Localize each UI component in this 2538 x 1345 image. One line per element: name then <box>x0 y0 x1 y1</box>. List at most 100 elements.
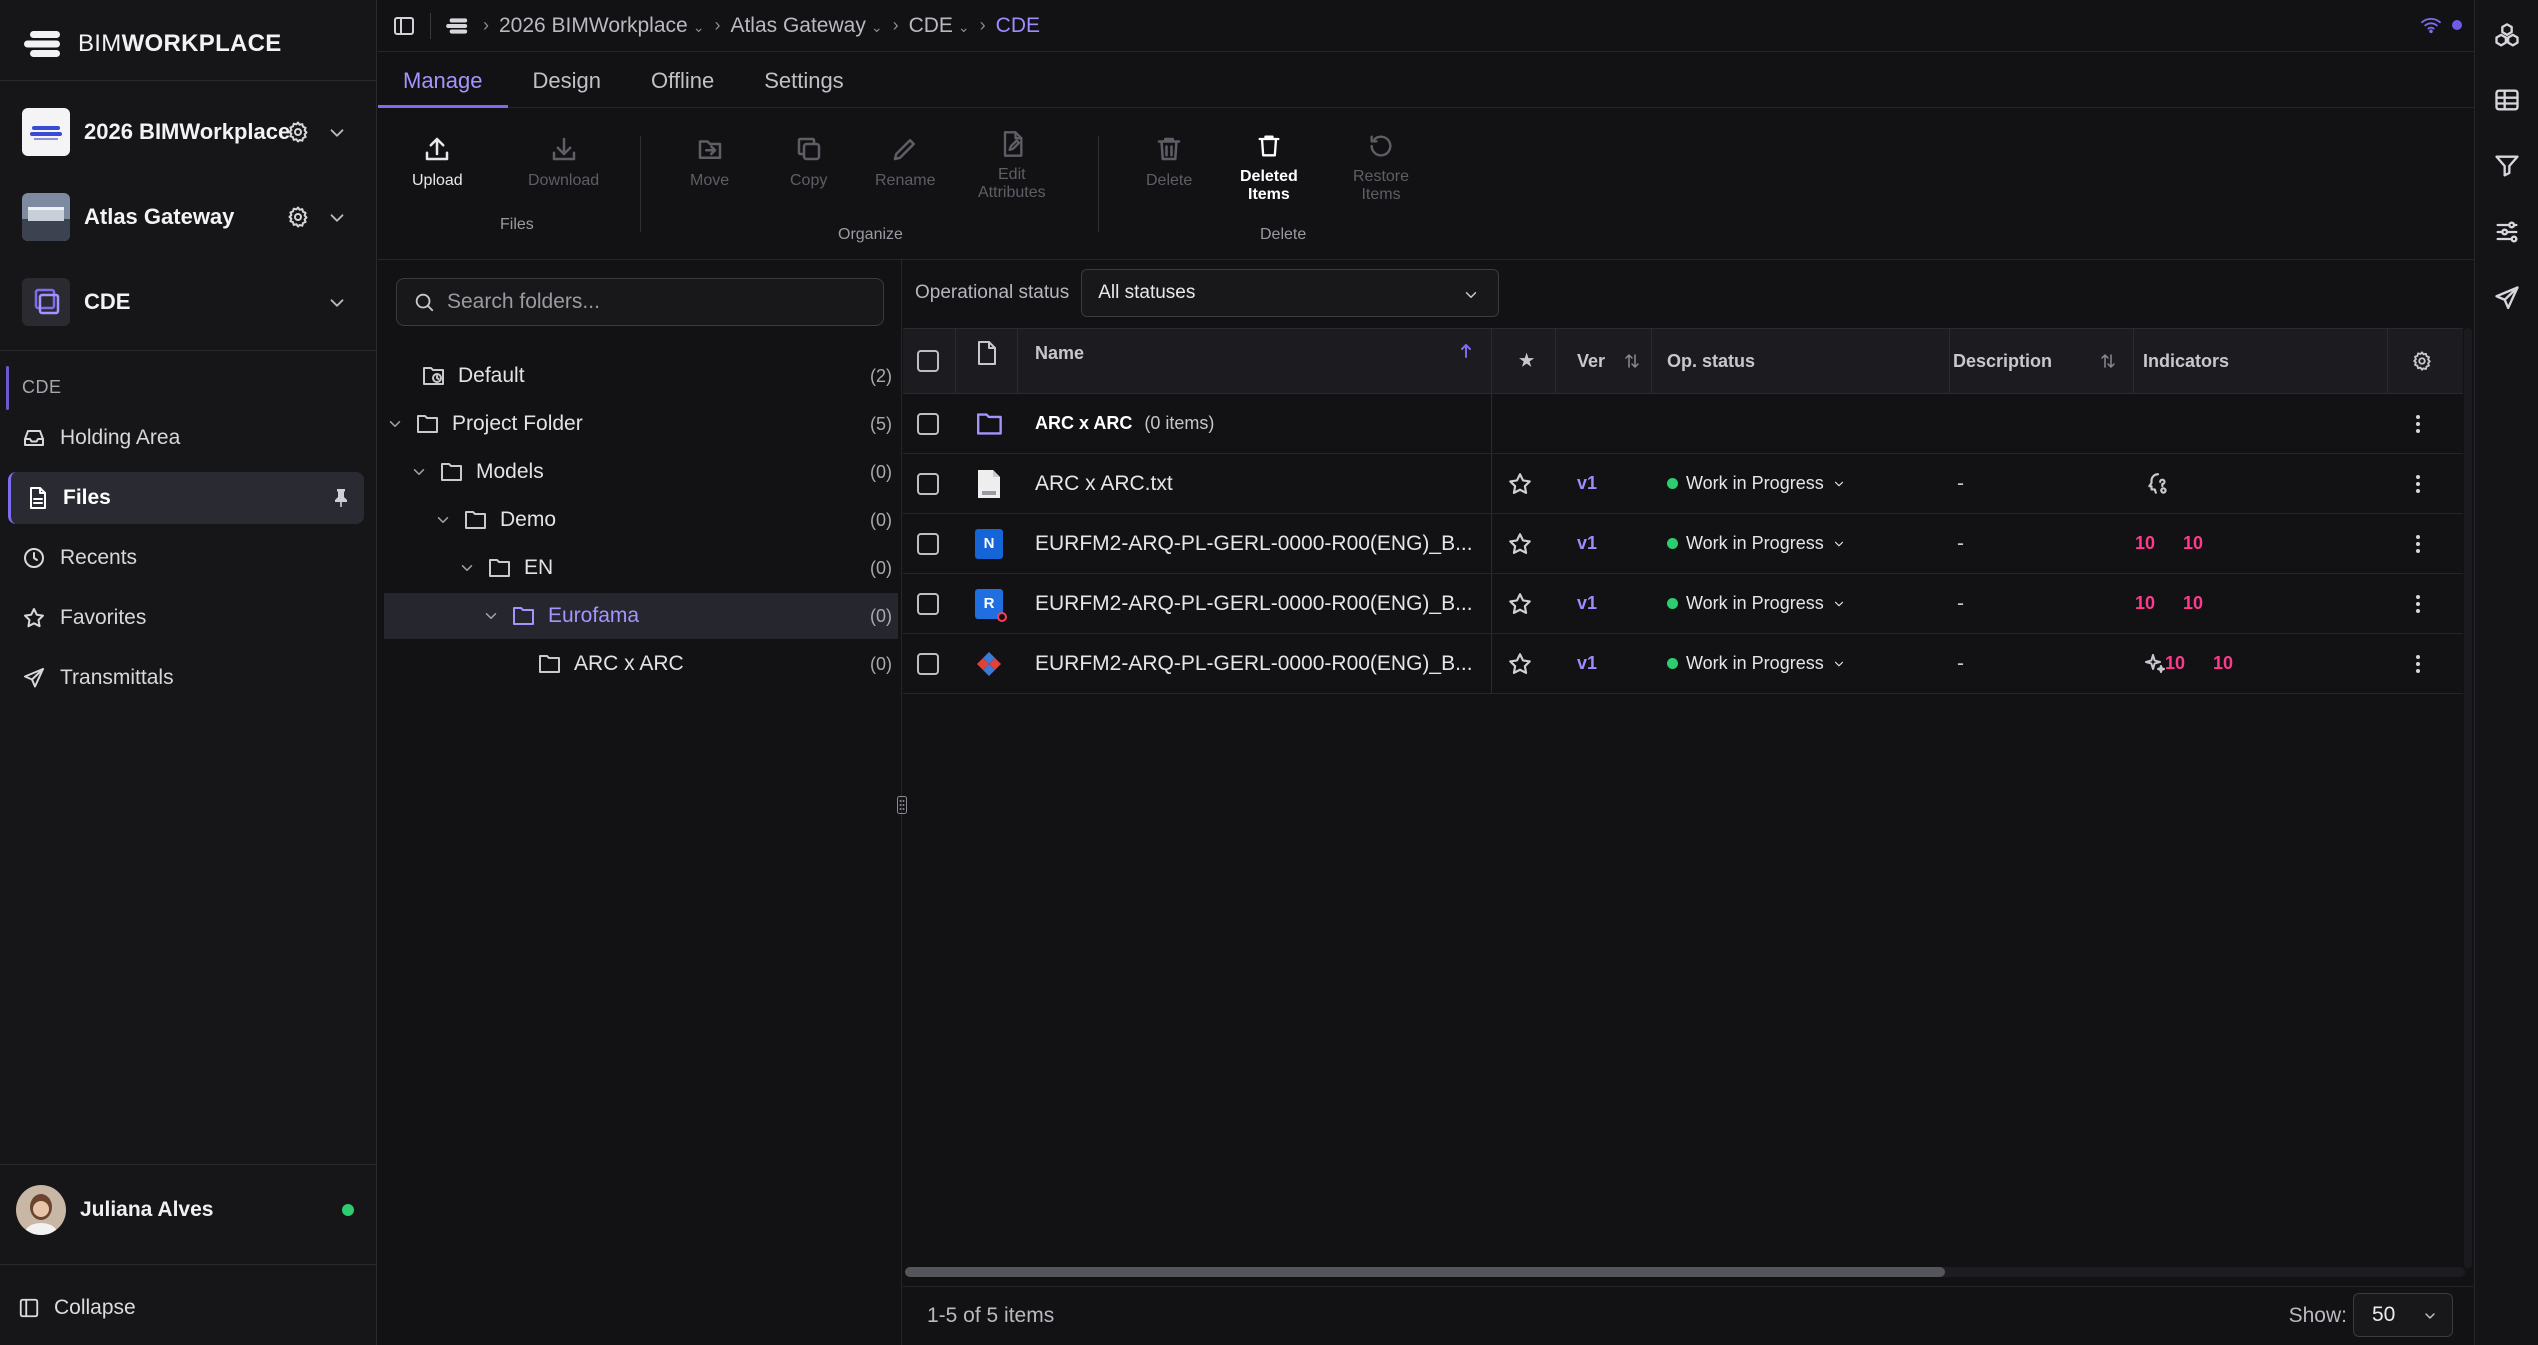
op-status-dropdown[interactable]: Work in Progress <box>1667 574 1846 633</box>
home-logo-icon[interactable] <box>445 16 473 36</box>
breadcrumb-item[interactable]: Atlas Gateway ⌄ <box>730 14 882 38</box>
version-badge[interactable]: v1 <box>1577 634 1597 693</box>
breadcrumb-item[interactable]: CDE ⌄ <box>909 14 970 38</box>
module-cde[interactable]: CDE <box>22 276 362 328</box>
folder-search[interactable] <box>396 278 884 326</box>
pin-icon[interactable] <box>332 488 350 508</box>
row-menu-icon[interactable] <box>2415 454 2421 513</box>
folder-name-cell[interactable]: ARC x ARC (0 items) <box>1035 394 1214 453</box>
column-description[interactable]: Description <box>1953 329 2052 393</box>
row-menu-icon[interactable] <box>2415 514 2421 573</box>
operational-status-select[interactable]: All statuses <box>1081 269 1500 317</box>
column-favorite[interactable]: ★ <box>1519 329 1534 393</box>
tree-item-project-folder[interactable]: Project Folder (5) <box>384 401 898 447</box>
row-checkbox[interactable] <box>917 634 939 693</box>
star-icon[interactable] <box>1507 514 1533 573</box>
sliders-icon[interactable] <box>2493 218 2521 246</box>
page-size-select[interactable]: 50 <box>2353 1293 2453 1337</box>
nav-recents[interactable]: Recents <box>8 532 364 584</box>
upload-button[interactable]: Upload <box>412 134 463 190</box>
column-indicators[interactable]: Indicators <box>2143 329 2229 393</box>
row-checkbox[interactable] <box>917 394 939 453</box>
row-menu-icon[interactable] <box>2415 634 2421 693</box>
indicator-count[interactable]: 10 <box>2183 514 2203 573</box>
row-menu-icon[interactable] <box>2415 394 2421 453</box>
select-all-checkbox[interactable] <box>917 329 939 393</box>
tree-item-eurofama[interactable]: Eurofama (0) <box>384 593 898 639</box>
filter-icon[interactable] <box>2493 152 2521 180</box>
collapse-sidebar-button[interactable]: Collapse <box>18 1296 136 1320</box>
star-icon[interactable] <box>1507 634 1533 693</box>
chevron-down-icon[interactable] <box>326 292 348 314</box>
indicator-count[interactable]: 10 <box>2183 574 2203 633</box>
op-status-dropdown[interactable]: Work in Progress <box>1667 454 1846 513</box>
row-checkbox[interactable] <box>917 574 939 633</box>
tree-item-en[interactable]: EN (0) <box>384 545 898 591</box>
indicator-count[interactable]: 10 <box>2135 514 2155 573</box>
delete-button[interactable]: Delete <box>1146 134 1192 190</box>
file-name[interactable]: EURFM2-ARQ-PL-GERL-0000-R00(ENG)_B... <box>1035 634 1473 693</box>
star-icon[interactable] <box>1507 574 1533 633</box>
sort-icon[interactable] <box>1623 329 1641 393</box>
rename-button[interactable]: Rename <box>875 134 935 190</box>
model-viewer-icon[interactable] <box>2493 22 2521 50</box>
tab-manage[interactable]: Manage <box>378 52 508 108</box>
brand-logo[interactable]: BIMWORKPLACE <box>22 26 282 62</box>
copy-button[interactable]: Copy <box>790 134 827 190</box>
row-checkbox[interactable] <box>917 514 939 573</box>
column-version[interactable]: Ver <box>1577 329 1605 393</box>
nav-files[interactable]: Files <box>8 472 364 524</box>
tree-item-demo[interactable]: Demo (0) <box>384 497 898 543</box>
tree-item-default[interactable]: Default (2) <box>384 353 898 399</box>
version-badge[interactable]: v1 <box>1577 514 1597 573</box>
download-button[interactable]: Download <box>528 134 599 190</box>
sort-ascending-icon[interactable] <box>1459 319 1473 383</box>
table-view-icon[interactable] <box>2493 86 2521 114</box>
nav-holding-area[interactable]: Holding Area <box>8 412 364 464</box>
column-settings-gear-icon[interactable] <box>2411 329 2433 393</box>
chevron-down-icon[interactable] <box>480 607 502 625</box>
send-icon[interactable] <box>2493 284 2521 312</box>
tab-design[interactable]: Design <box>508 52 626 108</box>
table-row[interactable]: ARC x ARC.txt v1 Work in Progress - <box>903 454 2463 514</box>
chevron-down-icon[interactable] <box>432 511 454 529</box>
sparkle-icon[interactable] <box>2143 634 2167 693</box>
move-button[interactable]: Move <box>690 134 729 190</box>
sort-icon[interactable] <box>2099 329 2117 393</box>
op-status-dropdown[interactable]: Work in Progress <box>1667 514 1846 573</box>
tree-item-arc-x-arc[interactable]: ARC x ARC (0) <box>384 641 898 687</box>
table-row-folder[interactable]: ARC x ARC (0 items) <box>903 394 2463 454</box>
file-name[interactable]: ARC x ARC.txt <box>1035 454 1173 513</box>
project-atlas-gateway[interactable]: Atlas Gateway <box>22 191 362 243</box>
chevron-down-icon[interactable] <box>326 207 348 229</box>
column-op-status[interactable]: Op. status <box>1667 329 1755 393</box>
deleted-items-button[interactable]: Deleted Items <box>1240 132 1298 204</box>
tab-offline[interactable]: Offline <box>626 52 739 108</box>
user-profile[interactable]: Juliana Alves <box>16 1184 356 1236</box>
pane-resize-handle[interactable] <box>894 794 910 816</box>
gear-icon[interactable] <box>286 205 310 229</box>
breadcrumb-item[interactable]: 2026 BIMWorkplace ⌄ <box>499 14 704 38</box>
file-name[interactable]: EURFM2-ARQ-PL-GERL-0000-R00(ENG)_B... <box>1035 574 1473 633</box>
tree-item-models[interactable]: Models (0) <box>384 449 898 495</box>
row-menu-icon[interactable] <box>2415 574 2421 633</box>
star-icon[interactable] <box>1507 454 1533 513</box>
table-row[interactable]: R EURFM2-ARQ-PL-GERL-0000-R00(ENG)_B... … <box>903 574 2463 634</box>
indicator-count[interactable]: 10 <box>2135 574 2155 633</box>
nav-transmittals[interactable]: Transmittals <box>8 652 364 704</box>
tab-settings[interactable]: Settings <box>739 52 869 108</box>
scrollbar-thumb[interactable] <box>905 1267 1945 1277</box>
search-input[interactable] <box>447 290 867 314</box>
toggle-sidebar-icon[interactable] <box>392 14 416 38</box>
version-badge[interactable]: v1 <box>1577 454 1597 513</box>
nav-favorites[interactable]: Favorites <box>8 592 364 644</box>
op-status-dropdown[interactable]: Work in Progress <box>1667 634 1846 693</box>
chevron-down-icon[interactable] <box>456 559 478 577</box>
horizontal-scrollbar[interactable] <box>905 1267 2465 1277</box>
file-name[interactable]: EURFM2-ARQ-PL-GERL-0000-R00(ENG)_B... <box>1035 514 1473 573</box>
version-badge[interactable]: v1 <box>1577 574 1597 633</box>
chevron-down-icon[interactable] <box>384 415 406 433</box>
column-name[interactable]: Name <box>1035 321 1084 385</box>
table-row[interactable]: N EURFM2-ARQ-PL-GERL-0000-R00(ENG)_B... … <box>903 514 2463 574</box>
edit-attributes-button[interactable]: Edit Attributes <box>978 130 1046 202</box>
